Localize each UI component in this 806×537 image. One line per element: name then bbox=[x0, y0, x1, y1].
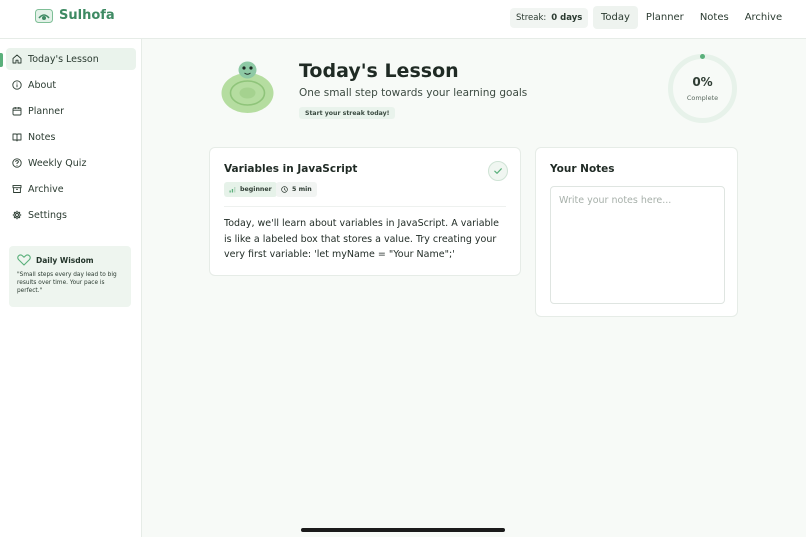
sidebar-item-label: About bbox=[28, 79, 57, 91]
sidebar-item-label: Notes bbox=[28, 131, 56, 143]
lesson-content: Today, we'll learn about variables in Ja… bbox=[224, 218, 500, 260]
info-icon bbox=[12, 80, 22, 90]
notes-input[interactable] bbox=[550, 186, 725, 304]
check-icon bbox=[494, 168, 502, 174]
lesson-card: Variables in JavaScript beginner 5 min T… bbox=[209, 147, 521, 276]
sidebar-item-planner[interactable]: Planner bbox=[6, 100, 136, 122]
page-subtitle: One small step towards your learning goa… bbox=[299, 87, 528, 99]
level-badge: beginner bbox=[224, 182, 277, 197]
nav-notes[interactable]: Notes bbox=[692, 6, 737, 29]
progress-label: Complete bbox=[686, 94, 719, 102]
archive-icon bbox=[12, 185, 22, 193]
gear-icon bbox=[12, 210, 22, 220]
sidebar-item-label: Planner bbox=[28, 105, 64, 117]
sidebar-item-settings[interactable]: Settings bbox=[6, 204, 136, 226]
active-marker bbox=[0, 53, 3, 67]
streak-value: 0 days bbox=[551, 13, 583, 23]
divider bbox=[224, 206, 506, 207]
heart-icon bbox=[17, 254, 31, 266]
sidebar-item-archive[interactable]: Archive bbox=[6, 178, 136, 200]
sidebar-item-label: Settings bbox=[28, 209, 67, 221]
duration-label: 5 min bbox=[292, 186, 312, 193]
lesson-title: Variables in JavaScript bbox=[224, 163, 358, 175]
turtle-mascot-icon bbox=[221, 61, 274, 113]
sidebar-item-label: Today's Lesson bbox=[28, 53, 99, 65]
daily-wisdom-card: Daily Wisdom "Small steps every day lead… bbox=[9, 246, 131, 307]
notes-card: Your Notes bbox=[535, 147, 738, 317]
sidebar: Today's Lesson About Planner Notes Weekl… bbox=[0, 39, 142, 537]
complete-lesson-button[interactable] bbox=[488, 161, 508, 181]
nav-archive[interactable]: Archive bbox=[737, 6, 790, 29]
home-indicator[interactable] bbox=[301, 528, 505, 532]
notes-title: Your Notes bbox=[550, 163, 615, 175]
duration-badge: 5 min bbox=[276, 182, 317, 197]
daily-wisdom-header: Daily Wisdom bbox=[17, 254, 123, 266]
sidebar-item-label: Weekly Quiz bbox=[28, 157, 87, 169]
home-icon bbox=[12, 54, 22, 64]
brand[interactable]: Sulhofa bbox=[35, 8, 115, 23]
streak-label: Streak: bbox=[516, 13, 547, 23]
streak-indicator: Streak: 0 days bbox=[510, 8, 589, 28]
logo-icon bbox=[35, 8, 53, 23]
daily-wisdom-title: Daily Wisdom bbox=[36, 255, 94, 265]
signal-icon bbox=[229, 187, 236, 193]
level-label: beginner bbox=[240, 186, 272, 193]
help-icon bbox=[12, 158, 22, 168]
sidebar-item-notes[interactable]: Notes bbox=[6, 126, 136, 148]
progress-percent: 0% bbox=[692, 75, 713, 89]
nav-planner[interactable]: Planner bbox=[638, 6, 692, 29]
calendar-icon bbox=[12, 107, 22, 116]
page-title: Today's Lesson bbox=[299, 60, 459, 82]
sidebar-item-todays-lesson[interactable]: Today's Lesson bbox=[6, 48, 136, 70]
sidebar-item-label: Archive bbox=[28, 183, 64, 195]
brand-name: Sulhofa bbox=[59, 8, 115, 23]
nav-today[interactable]: Today bbox=[593, 6, 638, 29]
daily-wisdom-quote: "Small steps every day lead to big resul… bbox=[17, 272, 117, 294]
book-icon bbox=[12, 133, 22, 142]
top-nav: Today Planner Notes Archive bbox=[593, 6, 790, 29]
streak-chip: Start your streak today! bbox=[299, 107, 396, 119]
clock-icon bbox=[281, 186, 288, 193]
sidebar-item-weekly-quiz[interactable]: Weekly Quiz bbox=[6, 152, 136, 174]
app-header: Sulhofa Streak: 0 days Today Planner Not… bbox=[0, 0, 806, 39]
sidebar-item-about[interactable]: About bbox=[6, 74, 136, 96]
